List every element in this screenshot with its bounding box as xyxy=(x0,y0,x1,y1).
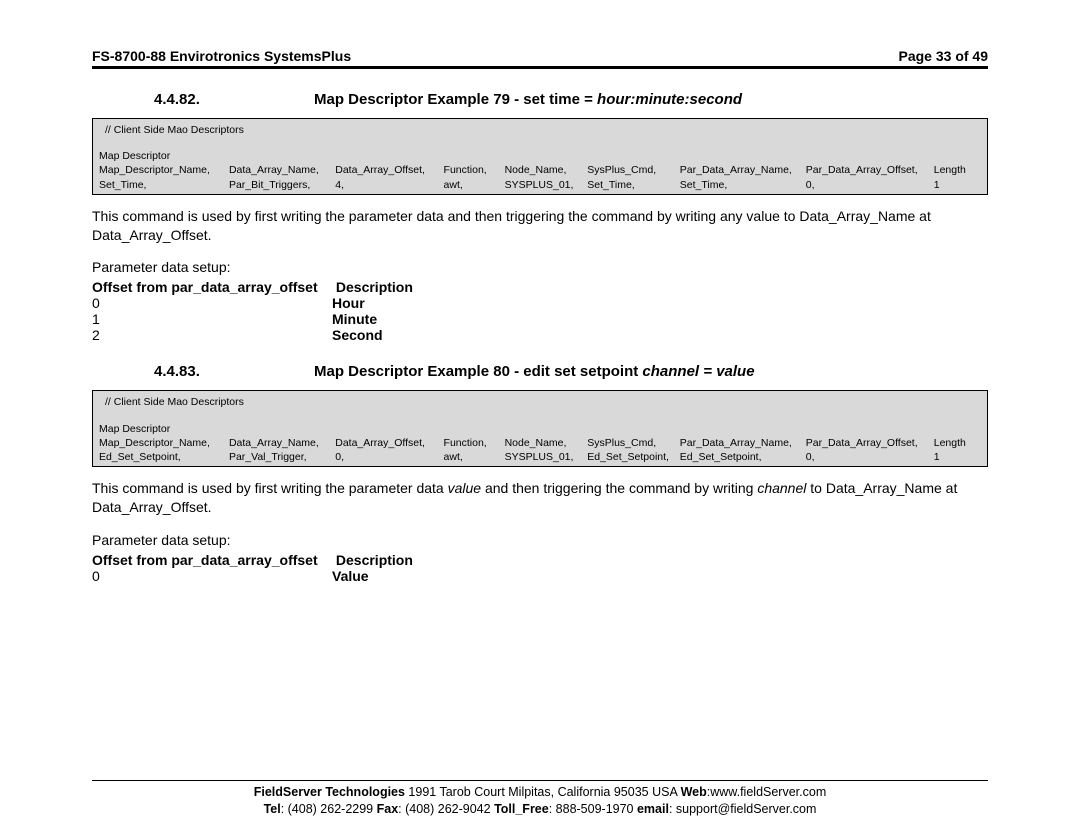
param-label-82: Parameter data setup: xyxy=(92,258,988,277)
param-hdr-offset: Offset from par_data_array_offset xyxy=(92,279,332,295)
section-82-text: This command is used by first writing th… xyxy=(92,207,988,245)
code-block-82: // Client Side Mao Descriptors Map Descr… xyxy=(92,118,988,195)
param-label-83: Parameter data setup: xyxy=(92,531,988,550)
footer-company: FieldServer Technologies xyxy=(254,785,405,799)
param-hdr-desc: Description xyxy=(336,279,413,295)
code-comment: // Client Side Mao Descriptors xyxy=(99,123,981,137)
page-footer: FieldServer Technologies 1991 Tarob Cour… xyxy=(92,780,988,818)
header-right: Page 33 of 49 xyxy=(899,48,989,64)
header-left: FS-8700-88 Envirotronics SystemsPlus xyxy=(92,48,351,64)
param-hdr-desc: Description xyxy=(336,552,413,568)
section-title-82b: hour:minute:second xyxy=(597,91,742,108)
section-title-83a: Map Descriptor Example 80 - edit set set… xyxy=(314,363,642,380)
param-table-82: Offset from par_data_array_offset Descri… xyxy=(92,279,988,343)
page-header: FS-8700-88 Envirotronics SystemsPlus Pag… xyxy=(92,48,988,69)
code-block-83: // Client Side Mao Descriptors Map Descr… xyxy=(92,390,988,467)
code-comment: // Client Side Mao Descriptors xyxy=(99,395,981,409)
code-header-row: Map_Descriptor_Name, Data_Array_Name, Da… xyxy=(99,163,981,177)
param-hdr-offset: Offset from par_data_array_offset xyxy=(92,552,332,568)
code-data-row: Ed_Set_Setpoint, Par_Val_Trigger, 0, awt… xyxy=(99,450,981,464)
code-subhead: Map Descriptor xyxy=(99,422,981,436)
section-title-83b: channel = value xyxy=(642,363,754,380)
section-number-82: 4.4.82. xyxy=(92,91,314,108)
section-heading-83: 4.4.83.Map Descriptor Example 80 - edit … xyxy=(92,363,988,380)
section-83-text: This command is used by first writing th… xyxy=(92,479,988,517)
section-title-82a: Map Descriptor Example 79 - set time = xyxy=(314,91,597,108)
section-heading-82: 4.4.82.Map Descriptor Example 79 - set t… xyxy=(92,91,988,108)
section-number-83: 4.4.83. xyxy=(92,363,314,380)
code-data-row: Set_Time, Par_Bit_Triggers, 4, awt, SYSP… xyxy=(99,178,981,192)
code-subhead: Map Descriptor xyxy=(99,149,981,163)
param-table-83: Offset from par_data_array_offset Descri… xyxy=(92,552,988,584)
code-header-row: Map_Descriptor_Name, Data_Array_Name, Da… xyxy=(99,436,981,450)
